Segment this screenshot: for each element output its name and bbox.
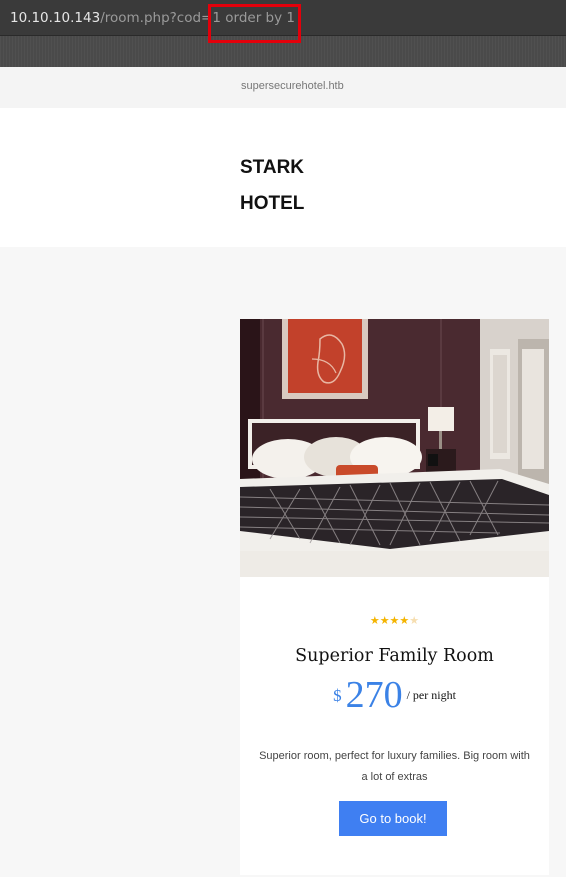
price-amount: 270 [345,674,403,716]
room-card: ★★★★★ Superior Family Room $ 270 / per n… [240,319,549,875]
url-path: /room.php?cod= [100,10,213,26]
room-photo [240,319,549,577]
book-button[interactable]: Go to book! [339,801,447,836]
brand-line-2: HOTEL [240,193,305,214]
url-injection: 1 order by 1 [212,10,295,26]
url-host: 10.10.10.143 [10,10,101,26]
star-empty-icon: ★ [409,615,420,627]
room-description: Superior room, perfect for luxury famili… [259,750,530,783]
rating-stars: ★★★★★ [240,614,549,627]
hotel-room-image [240,319,549,577]
room-price: $ 270 / per night [240,673,549,717]
site-logo[interactable]: STARK HOTEL [240,150,304,222]
address-bar[interactable]: 10.10.10.143/room.php?cod=1 order by 1 [0,0,566,36]
star-filled-icons: ★★★★ [369,615,410,627]
room-title: Superior Family Room [295,646,494,666]
url-text[interactable]: 10.10.10.143/room.php?cod=1 order by 1 [10,10,295,26]
site-domain: supersecurehotel.htb [241,80,344,92]
browser-toolbar [0,36,566,67]
brand-line-1: STARK [240,157,305,178]
price-unit: / per night [406,688,456,702]
price-currency: $ [333,686,342,705]
